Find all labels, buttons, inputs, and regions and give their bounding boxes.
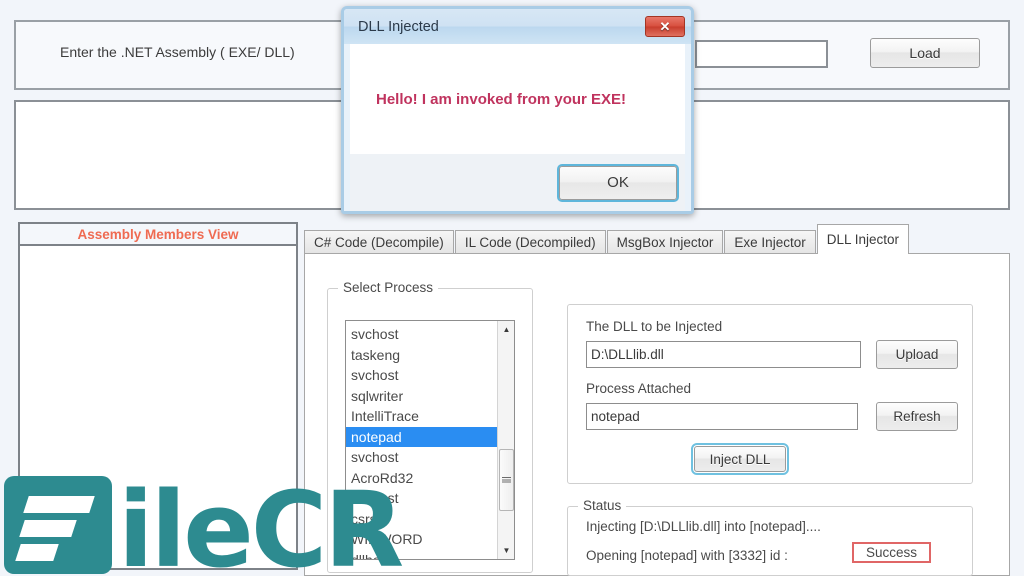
dll-to-inject-label: The DLL to be Injected [586,319,723,334]
tab-dll-injector[interactable]: DLL Injector [816,224,910,254]
list-item[interactable]: sqlwriter [346,386,497,407]
list-item[interactable]: csrss [346,509,497,530]
dll-injector-tab-page: Select Process svchost taskeng svchost s… [304,253,1010,576]
dialog-message: Hello! I am invoked from your EXE! [376,90,627,108]
dialog-title: DLL Injected [358,18,439,35]
list-item[interactable]: svchost [346,447,497,468]
process-attached-label: Process Attached [586,381,692,396]
scrollbar-grip-icon [502,476,511,484]
scroll-up-icon[interactable]: ▲ [498,321,514,338]
dialog-footer: OK [350,154,685,211]
assembly-path-label: Enter the .NET Assembly ( EXE/ DLL) [60,44,295,60]
tab-exe-injector[interactable]: Exe Injector [724,230,816,254]
scroll-down-icon[interactable]: ▼ [498,542,514,559]
status-line-opening: Opening [notepad] with [3332] id : [586,548,788,563]
list-item[interactable]: svchost [346,324,497,345]
assembly-members-view-header: Assembly Members View [20,224,296,246]
load-button[interactable]: Load [870,38,980,68]
status-badge: Success [852,542,932,563]
ok-button[interactable]: OK [559,165,677,200]
tab-msgbox-injector[interactable]: MsgBox Injector [606,230,724,254]
list-item[interactable]: AcroRd32 [346,468,497,489]
process-list-items[interactable]: svchost taskeng svchost sqlwriter Intell… [346,321,497,559]
tab-strip: C# Code (Decompile) IL Code (Decompiled)… [304,224,910,254]
process-list-scrollbar[interactable]: ▲ ▼ [497,321,514,559]
assembly-members-panel: Assembly Members View [18,222,298,570]
list-item[interactable]: svchost [346,488,497,509]
inject-dll-button[interactable]: Inject DLL [691,443,789,475]
main-tab-control: C# Code (Decompile) IL Code (Decompiled)… [304,224,1010,576]
list-item[interactable]: WINWORD [346,529,497,550]
list-item[interactable]: dllhost [346,550,497,560]
select-process-group: Select Process svchost taskeng svchost s… [327,280,533,573]
application-window: Enter the .NET Assembly ( EXE/ DLL) Load… [0,0,1024,576]
close-icon[interactable]: ✕ [645,16,685,37]
assembly-members-list[interactable] [20,246,296,568]
assembly-path-input[interactable] [695,40,828,68]
dll-injected-dialog: DLL Injected ✕ Hello! I am invoked from … [341,6,694,214]
list-item[interactable]: svchost [346,365,497,386]
status-title: Status [578,498,627,513]
refresh-button[interactable]: Refresh [876,402,958,431]
upload-button[interactable]: Upload [876,340,958,369]
list-item[interactable]: IntelliTrace [346,406,497,427]
status-group: Status Injecting [D:\DLLlib.dll] into [n… [567,498,973,576]
tab-csharp-code[interactable]: C# Code (Decompile) [304,230,454,254]
dialog-title-bar: DLL Injected ✕ [344,9,691,44]
process-attached-input[interactable]: notepad [586,403,858,430]
tab-il-code[interactable]: IL Code (Decompiled) [454,230,606,254]
dll-path-input[interactable]: D:\DLLlib.dll [586,341,861,368]
list-item[interactable]: taskeng [346,345,497,366]
scrollbar-thumb[interactable] [499,449,514,511]
dll-injection-group: The DLL to be Injected D:\DLLlib.dll Upl… [567,304,973,484]
process-listbox[interactable]: svchost taskeng svchost sqlwriter Intell… [345,320,515,560]
dialog-body: Hello! I am invoked from your EXE! [350,44,685,154]
select-process-title: Select Process [338,280,439,295]
list-item-selected[interactable]: notepad [346,426,497,447]
status-line-injecting: Injecting [D:\DLLlib.dll] into [notepad]… [586,519,821,534]
